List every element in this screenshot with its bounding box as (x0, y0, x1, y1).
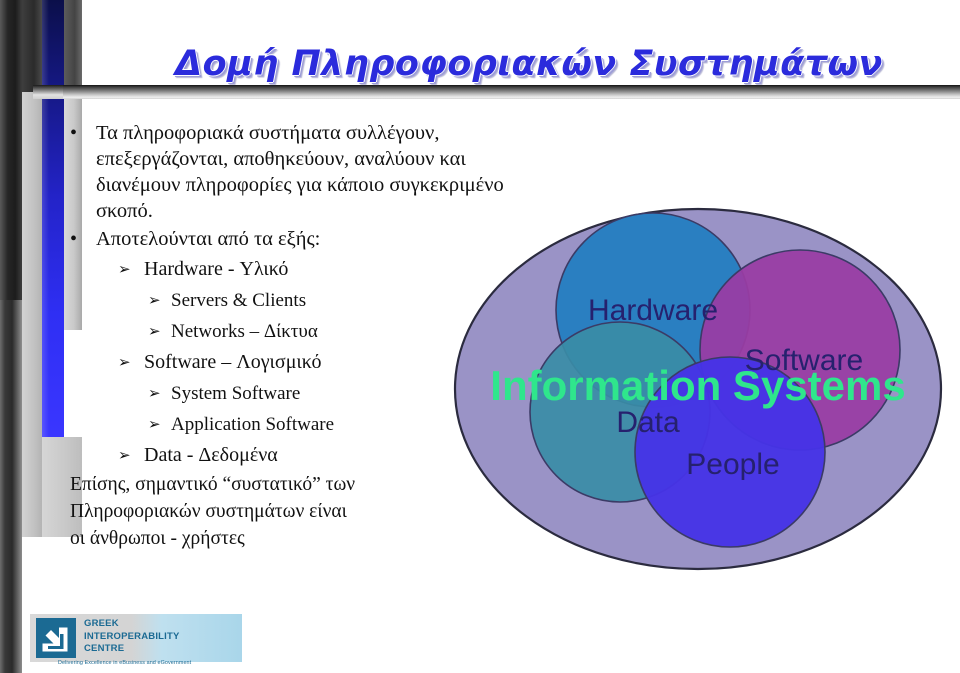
venn-label-information-systems: Information Systems (490, 362, 905, 409)
sub-sub-bullet-line: Application Software (171, 414, 335, 435)
arrow-bullet-icon: ➢ (148, 291, 161, 309)
arrow-bullet-icon: ➢ (118, 446, 131, 464)
sub-sub-bullet-line: Networks – Δίκτυα (171, 321, 318, 342)
logo-tagline: Delivering Excellence in eBusiness and e… (58, 660, 192, 666)
logo-text-block: GREEK INTEROPERABILITY CENTRE (84, 618, 180, 656)
bullet-line: Αποτελούνται από τα εξής: (96, 228, 321, 250)
page-title: Δομή Πληροφοριακών Συστημάτων (175, 44, 883, 84)
decor-bar-light-gray-top (64, 0, 82, 92)
sub-bullet-line: Software – Λογισμικό (144, 351, 322, 373)
bullet-line: Τα πληροφοριακά συστήματα συλλέγουν, επε… (96, 122, 440, 170)
venn-label-people: People (686, 448, 779, 481)
arrow-up-right-icon (36, 618, 76, 658)
sub-bullet-line: Data - Δεδομένα (144, 444, 278, 466)
header-rule-cap (33, 85, 63, 99)
arrow-bullet-icon: ➢ (148, 322, 161, 340)
decor-bar-mid-gray-top (22, 0, 42, 92)
arrow-bullet-icon: ➢ (148, 415, 161, 433)
venn-label-data: Data (616, 406, 680, 439)
decor-bar-blue-sheen (42, 0, 49, 437)
logo-line-1: GREEK (84, 618, 119, 629)
bullet-dot-icon: • (70, 228, 78, 250)
venn-label-hardware: Hardware (588, 294, 718, 327)
arrow-bullet-icon: ➢ (118, 353, 131, 371)
slide: Δομή Πληροφοριακών Συστημάτων • Τα πληρο… (0, 0, 960, 673)
arrow-bullet-icon: ➢ (148, 384, 161, 402)
venn-diagram: Hardware Software Data People Informatio… (448, 202, 948, 577)
sub-sub-bullet-line: Servers & Clients (171, 290, 307, 311)
sub-bullet-line: Hardware - Υλικό (144, 258, 289, 280)
logo-line-3: CENTRE (84, 643, 125, 655)
arrow-bullet-icon: ➢ (118, 260, 131, 278)
sub-sub-bullet-line: System Software (171, 383, 301, 404)
decor-bar-outer-dark-top (0, 0, 22, 300)
organization-logo: GREEK INTEROPERABILITY CENTRE Delivering… (30, 614, 242, 670)
bullet-dot-icon: • (70, 122, 78, 144)
logo-line-2: INTEROPERABILITY (84, 630, 180, 642)
